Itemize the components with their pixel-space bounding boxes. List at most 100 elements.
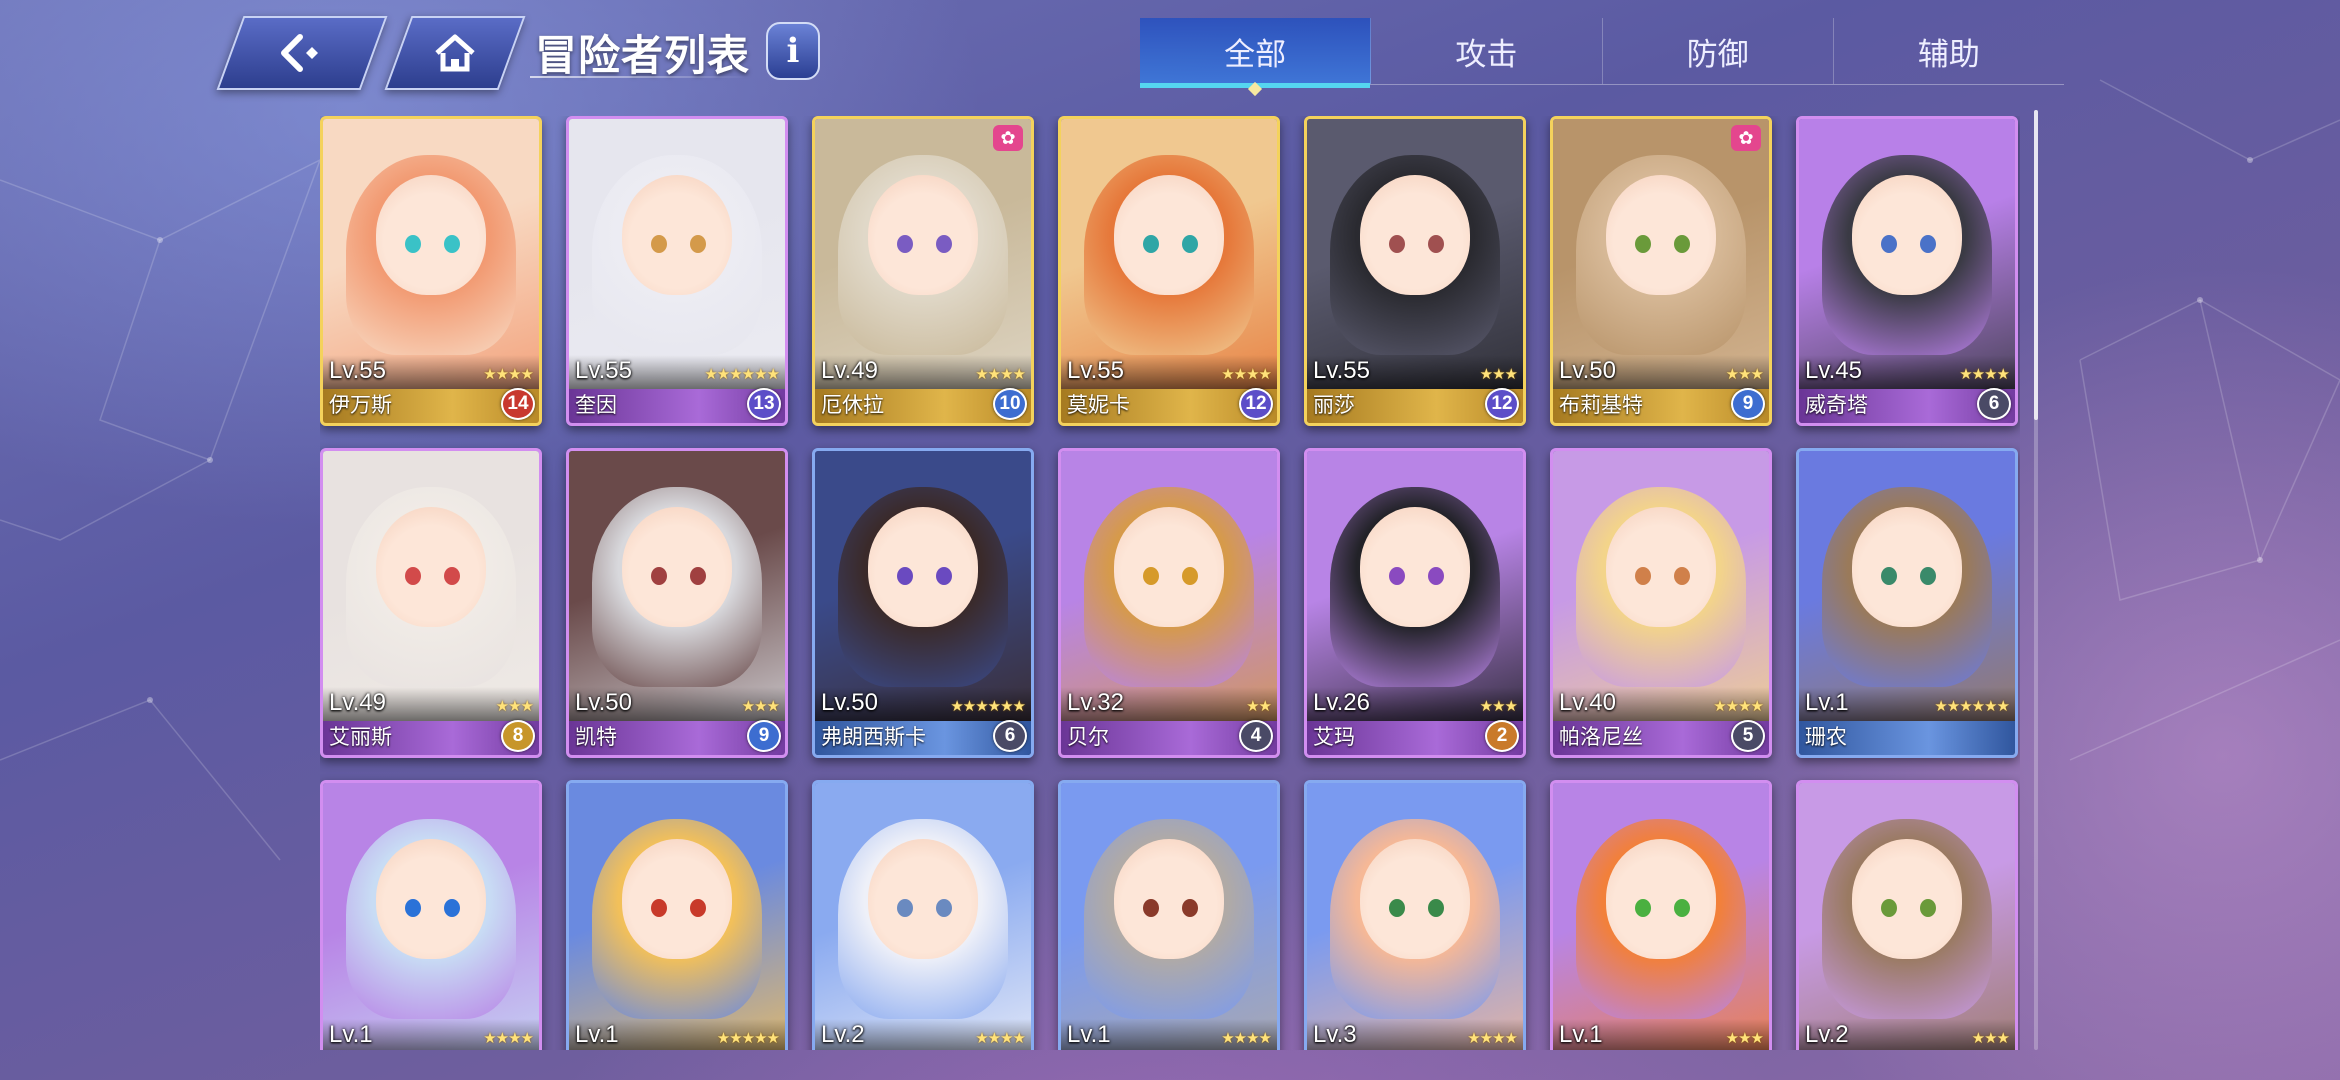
count-badge: 14 — [501, 388, 535, 420]
star-rating: ★★★★ — [1221, 366, 1272, 383]
back-button[interactable] — [216, 16, 388, 90]
adventurer-card[interactable]: Lv.55 ★★★★ 莫妮卡 12 — [1058, 116, 1280, 426]
adventurer-grid: Lv.55 ★★★★ 伊万斯 14 Lv.55 ★★★★★★ 奎因 13 ✿ Lv.49 ★★★★ 厄… — [320, 116, 2020, 1050]
adventurer-card[interactable]: Lv.1 ★★★★★★ 珊农 — [1796, 448, 2018, 758]
character-eye — [935, 566, 952, 585]
character-face — [1360, 174, 1470, 295]
character-eye — [443, 898, 460, 917]
character-eye — [651, 566, 668, 585]
adventurer-card[interactable]: Lv.1 ★★★★★ — [566, 780, 788, 1050]
character-eye — [1635, 898, 1652, 917]
adventurer-card[interactable]: Lv.50 ★★★★★★ 弗朗西斯卡 6 — [812, 448, 1034, 758]
tab-support[interactable]: 辅助 — [1834, 18, 2064, 84]
adventurer-card[interactable]: Lv.32 ★★ 贝尔 4 — [1058, 448, 1280, 758]
adventurer-card[interactable]: Lv.40 ★★★★ 帕洛尼丝 5 — [1550, 448, 1772, 758]
character-eye — [1427, 234, 1444, 253]
star-rating: ★★★★ — [975, 366, 1026, 383]
page-title: 冒险者列表 — [535, 32, 751, 79]
character-face — [1606, 506, 1716, 627]
character-face — [1114, 506, 1224, 627]
title-underline — [530, 76, 750, 78]
count-badge: 5 — [1731, 720, 1765, 752]
character-eye — [405, 898, 422, 917]
info-button[interactable]: i — [766, 22, 820, 80]
character-eye — [1881, 898, 1898, 917]
character-face — [622, 174, 732, 295]
star-rating: ★★★ — [1971, 1030, 2010, 1047]
adventurer-card[interactable]: Lv.55 ★★★★★★ 奎因 13 — [566, 116, 788, 426]
character-name: 珊农 — [1805, 726, 1847, 749]
character-name: 莫妮卡 — [1067, 394, 1130, 417]
tab-defense[interactable]: 防御 — [1603, 18, 1834, 84]
info-icon: i — [786, 31, 800, 71]
tab-attack[interactable]: 攻击 — [1371, 18, 1603, 84]
adventurer-card[interactable]: Lv.55 ★★★ 丽莎 12 — [1304, 116, 1526, 426]
adventurer-card[interactable]: Lv.26 ★★★ 艾玛 2 — [1304, 448, 1526, 758]
adventurer-card[interactable]: Lv.50 ★★★ 凯特 9 — [566, 448, 788, 758]
star-rating: ★★★★★ — [716, 1030, 780, 1047]
character-eye — [689, 234, 706, 253]
scrollbar[interactable] — [2034, 110, 2038, 1050]
star-rating: ★★★ — [741, 698, 780, 715]
level-label: Lv.26 — [1313, 689, 1370, 716]
paw-icon: ✿ — [993, 125, 1023, 151]
character-portrait — [1553, 783, 1769, 1050]
character-portrait — [323, 783, 539, 1050]
level-label: Lv.1 — [1067, 1021, 1111, 1048]
character-face — [622, 838, 732, 959]
character-face — [376, 838, 486, 959]
name-bar: 弗朗西斯卡 6 — [815, 720, 1031, 755]
level-label: Lv.32 — [1067, 689, 1124, 716]
adventurer-card[interactable]: Lv.2 ★★★★ — [812, 780, 1034, 1050]
level-label: Lv.50 — [1559, 357, 1616, 384]
level-label: Lv.50 — [575, 689, 632, 716]
character-eye — [1673, 566, 1690, 585]
character-eye — [1181, 566, 1198, 585]
adventurer-card[interactable]: Lv.45 ★★★★ 威奇塔 6 — [1796, 116, 2018, 426]
character-face — [868, 506, 978, 627]
character-eye — [1919, 898, 1936, 917]
adventurer-card[interactable]: ✿ Lv.49 ★★★★ 厄休拉 10 — [812, 116, 1034, 426]
adventurer-card[interactable]: Lv.1 ★★★ — [1550, 780, 1772, 1050]
adventurer-card[interactable]: ✿ Lv.50 ★★★ 布莉基特 9 — [1550, 116, 1772, 426]
back-arrow-icon — [274, 33, 330, 73]
name-bar: 凯特 9 — [569, 720, 785, 755]
count-badge: 2 — [1485, 720, 1519, 752]
character-eye — [689, 898, 706, 917]
character-eye — [405, 566, 422, 585]
adventurer-card[interactable]: Lv.2 ★★★ — [1796, 780, 2018, 1050]
adventurer-card[interactable]: Lv.1 ★★★★ — [1058, 780, 1280, 1050]
character-eye — [897, 898, 914, 917]
adventurer-card[interactable]: Lv.3 ★★★★ — [1304, 780, 1526, 1050]
character-eye — [1881, 566, 1898, 585]
count-badge: 6 — [1977, 388, 2011, 420]
character-name: 凯特 — [575, 726, 617, 749]
character-eye — [651, 234, 668, 253]
adventurer-card[interactable]: Lv.49 ★★★ 艾丽斯 8 — [320, 448, 542, 758]
level-label: Lv.1 — [1559, 1021, 1603, 1048]
character-eye — [1143, 566, 1160, 585]
tab-all[interactable]: 全部 — [1140, 18, 1372, 97]
star-rating: ★★★★ — [1221, 1030, 1272, 1047]
character-eye — [1881, 234, 1898, 253]
adventurer-card[interactable]: Lv.1 ★★★★ — [320, 780, 542, 1050]
character-face — [376, 174, 486, 295]
character-name: 奎因 — [575, 394, 617, 417]
name-bar: 贝尔 4 — [1061, 720, 1277, 755]
star-rating: ★★★★ — [483, 366, 534, 383]
character-face — [1606, 838, 1716, 959]
count-badge: 9 — [747, 720, 781, 752]
adventurer-card[interactable]: Lv.55 ★★★★ 伊万斯 14 — [320, 116, 542, 426]
active-tab-marker — [1248, 81, 1263, 97]
star-rating: ★★★★★★ — [704, 366, 780, 383]
home-button[interactable] — [384, 16, 526, 90]
star-rating: ★★★★★★ — [950, 698, 1026, 715]
star-rating: ★★★★ — [1959, 366, 2010, 383]
level-label: Lv.1 — [329, 1021, 373, 1048]
count-badge: 9 — [1731, 388, 1765, 420]
scroll-thumb[interactable] — [2034, 110, 2038, 420]
character-face — [1360, 506, 1470, 627]
star-rating: ★★ — [1246, 698, 1272, 715]
character-eye — [443, 234, 460, 253]
name-bar: 厄休拉 10 — [815, 388, 1031, 423]
